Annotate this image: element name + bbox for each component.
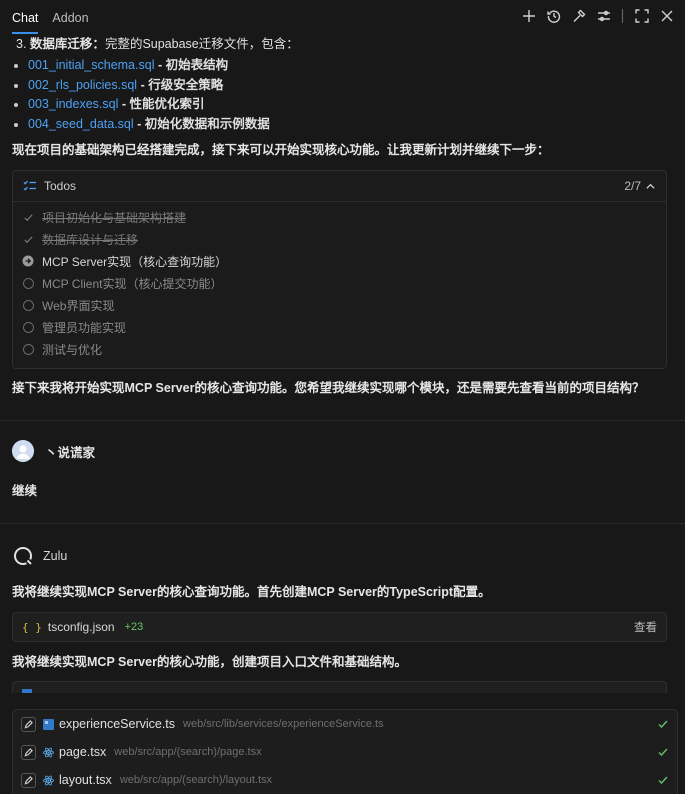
tab-addon[interactable]: Addon bbox=[52, 0, 88, 36]
check-icon bbox=[658, 720, 668, 728]
summary-text: 现在项目的基础架构已经搭建完成，接下来可以开始实现核心功能。让我更新计划并继续下… bbox=[12, 143, 550, 157]
divider bbox=[0, 420, 685, 421]
changed-file-row[interactable]: experienceService.ts web/src/lib/service… bbox=[13, 710, 677, 738]
toolbar-separator bbox=[622, 9, 623, 23]
file-name: page.tsx bbox=[59, 745, 107, 759]
pencil-icon[interactable] bbox=[21, 716, 36, 732]
avatar bbox=[12, 440, 34, 462]
json-file-icon: { } bbox=[22, 620, 42, 634]
assistant-name: Zulu bbox=[43, 549, 68, 563]
changed-file-row[interactable]: layout.tsx web/src/app/(search)/layout.t… bbox=[13, 766, 677, 794]
file-link[interactable]: 003_indexes.sql bbox=[28, 97, 118, 111]
assistant-message: 我将继续实现MCP Server的核心查询功能。首先创建MCP Server的T… bbox=[12, 585, 491, 599]
tab-chat[interactable]: Chat bbox=[12, 0, 39, 36]
todo-item: MCP Client实现（核心提交功能） bbox=[13, 272, 666, 294]
assistant-message: 我将继续实现MCP Server的核心功能，创建项目入口文件和基础结构。 bbox=[12, 655, 407, 669]
todo-item: Web界面实现 bbox=[13, 294, 666, 316]
check-icon bbox=[658, 748, 668, 756]
pencil-icon[interactable] bbox=[21, 772, 36, 788]
checklist-icon bbox=[23, 180, 36, 191]
todos-card: Todos 2/7 项目初始化与基础架构搭建 数据库设计与迁移 MCP Serv… bbox=[12, 170, 667, 369]
assistant-question: 接下来我将开始实现MCP Server的核心查询功能。您希望我继续实现哪个模块，… bbox=[12, 381, 645, 395]
check-icon bbox=[658, 776, 668, 784]
view-button[interactable]: 查看 bbox=[634, 619, 657, 635]
pencil-icon[interactable] bbox=[21, 744, 36, 760]
todos-list: 项目初始化与基础架构搭建 数据库设计与迁移 MCP Server实现（核心查询功… bbox=[13, 202, 666, 360]
expand-icon[interactable] bbox=[629, 5, 654, 27]
check-icon bbox=[22, 211, 34, 223]
typescript-icon bbox=[43, 718, 54, 730]
user-header: 丶说谎家 bbox=[12, 440, 95, 462]
file-name: layout.tsx bbox=[59, 773, 112, 787]
file-link[interactable]: 002_rls_policies.sql bbox=[28, 78, 137, 92]
history-icon[interactable] bbox=[541, 5, 566, 27]
arrow-circle-icon bbox=[22, 255, 34, 267]
migration-heading: 3. 数据库迁移：完整的Supabase迁移文件，包含： bbox=[16, 37, 299, 51]
todo-item: MCP Server实现（核心查询功能） bbox=[13, 250, 666, 272]
assistant-message-top: 3. 数据库迁移：完整的Supabase迁移文件，包含： 001_initial… bbox=[12, 34, 668, 160]
user-message: 继续 bbox=[12, 484, 38, 498]
todo-item: 测试与优化 bbox=[13, 338, 666, 360]
close-icon[interactable] bbox=[654, 5, 679, 27]
todo-item: 项目初始化与基础架构搭建 bbox=[13, 206, 666, 228]
changes-panel: experienceService.ts web/src/lib/service… bbox=[12, 709, 678, 794]
list-item: 002_rls_policies.sql - 行级安全策略 bbox=[12, 76, 668, 96]
circle-icon bbox=[22, 343, 34, 355]
react-icon bbox=[43, 775, 54, 786]
todo-item: 数据库设计与迁移 bbox=[13, 228, 666, 250]
assistant-header: Zulu bbox=[12, 545, 67, 567]
file-path: web/src/app/(search)/layout.tsx bbox=[119, 774, 273, 786]
todos-header[interactable]: Todos 2/7 bbox=[13, 171, 666, 202]
list-item: 004_seed_data.sql - 初始化数据和示例数据 bbox=[12, 115, 668, 135]
circle-icon bbox=[22, 277, 34, 289]
toolbar bbox=[516, 0, 679, 32]
file-path: web/src/app/(search)/page.tsx bbox=[114, 746, 262, 758]
circle-icon bbox=[22, 299, 34, 311]
lines-added: +23 bbox=[124, 621, 144, 633]
divider bbox=[0, 523, 685, 524]
circle-icon bbox=[22, 321, 34, 333]
file-name: tsconfig.json bbox=[47, 620, 115, 634]
plus-icon[interactable] bbox=[516, 5, 541, 27]
check-icon bbox=[22, 233, 34, 245]
hammer-icon[interactable] bbox=[566, 5, 591, 27]
migration-file-list: 001_initial_schema.sql - 初始表结构 002_rls_p… bbox=[12, 56, 668, 134]
todos-title: Todos bbox=[44, 179, 77, 193]
top-bar: Chat Addon bbox=[0, 0, 685, 36]
file-change-card[interactable]: { } tsconfig.json +23 查看 bbox=[12, 612, 667, 642]
chevron-up-icon[interactable] bbox=[645, 181, 656, 192]
list-item: 003_indexes.sql - 性能优化索引 bbox=[12, 95, 668, 115]
file-link[interactable]: 004_seed_data.sql bbox=[28, 117, 134, 131]
file-name: experienceService.ts bbox=[59, 717, 176, 731]
file-path: web/src/lib/services/experienceService.t… bbox=[183, 718, 384, 730]
zulu-logo-icon bbox=[12, 545, 34, 567]
list-item: 001_initial_schema.sql - 初始表结构 bbox=[12, 56, 668, 76]
partial-card bbox=[12, 681, 667, 693]
file-icon bbox=[22, 689, 32, 693]
todos-count: 2/7 bbox=[624, 179, 641, 193]
react-icon bbox=[43, 747, 54, 758]
todo-item: 管理员功能实现 bbox=[13, 316, 666, 338]
changed-file-row[interactable]: page.tsx web/src/app/(search)/page.tsx bbox=[13, 738, 677, 766]
file-link[interactable]: 001_initial_schema.sql bbox=[28, 58, 154, 72]
user-name: 丶说谎家 bbox=[45, 445, 96, 460]
settings-sliders-icon[interactable] bbox=[591, 5, 616, 27]
